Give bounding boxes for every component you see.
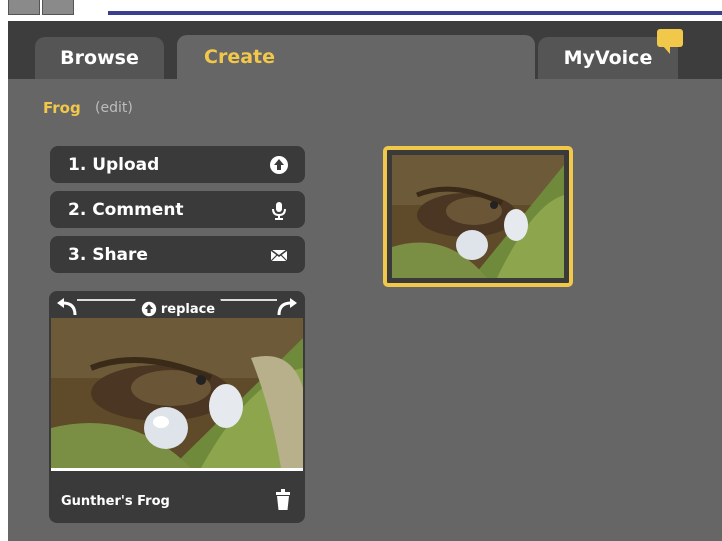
photo-card: replace Gunther's Frog xyxy=(49,291,305,523)
comment-button-label: 2. Comment xyxy=(68,199,184,220)
comment-button[interactable]: 2. Comment xyxy=(50,191,305,228)
selected-thumbnail[interactable] xyxy=(383,146,573,287)
photo-caption[interactable]: Gunther's Frog xyxy=(61,494,170,509)
top-strip xyxy=(0,0,722,18)
microphone-icon xyxy=(272,202,286,220)
project-title: Frog xyxy=(43,99,81,117)
upload-button[interactable]: 1. Upload xyxy=(50,146,305,183)
rotate-left-icon[interactable] xyxy=(53,297,81,319)
upload-button-label: 1. Upload xyxy=(68,154,160,175)
left-margin xyxy=(0,21,8,541)
replace-label: replace xyxy=(160,301,216,317)
share-button[interactable]: 3. Share xyxy=(50,236,305,273)
tab-browse[interactable]: Browse xyxy=(35,37,164,79)
window-button[interactable] xyxy=(42,0,74,15)
frog-thumbnail-photo xyxy=(392,155,564,278)
frog-photo xyxy=(51,318,303,471)
header-rule xyxy=(108,11,722,15)
trash-icon[interactable] xyxy=(275,489,291,511)
rotate-right-icon[interactable] xyxy=(273,297,301,319)
share-button-label: 3. Share xyxy=(68,244,148,265)
edit-title-link[interactable]: (edit) xyxy=(95,100,133,116)
speech-bubble-icon xyxy=(657,29,683,54)
envelope-icon xyxy=(270,249,288,262)
tab-bar: Browse Create MyVoice xyxy=(8,21,722,79)
tab-create[interactable]: Create xyxy=(177,35,535,79)
upload-icon xyxy=(270,156,288,174)
upload-icon xyxy=(141,301,157,317)
window-button[interactable] xyxy=(8,0,40,15)
